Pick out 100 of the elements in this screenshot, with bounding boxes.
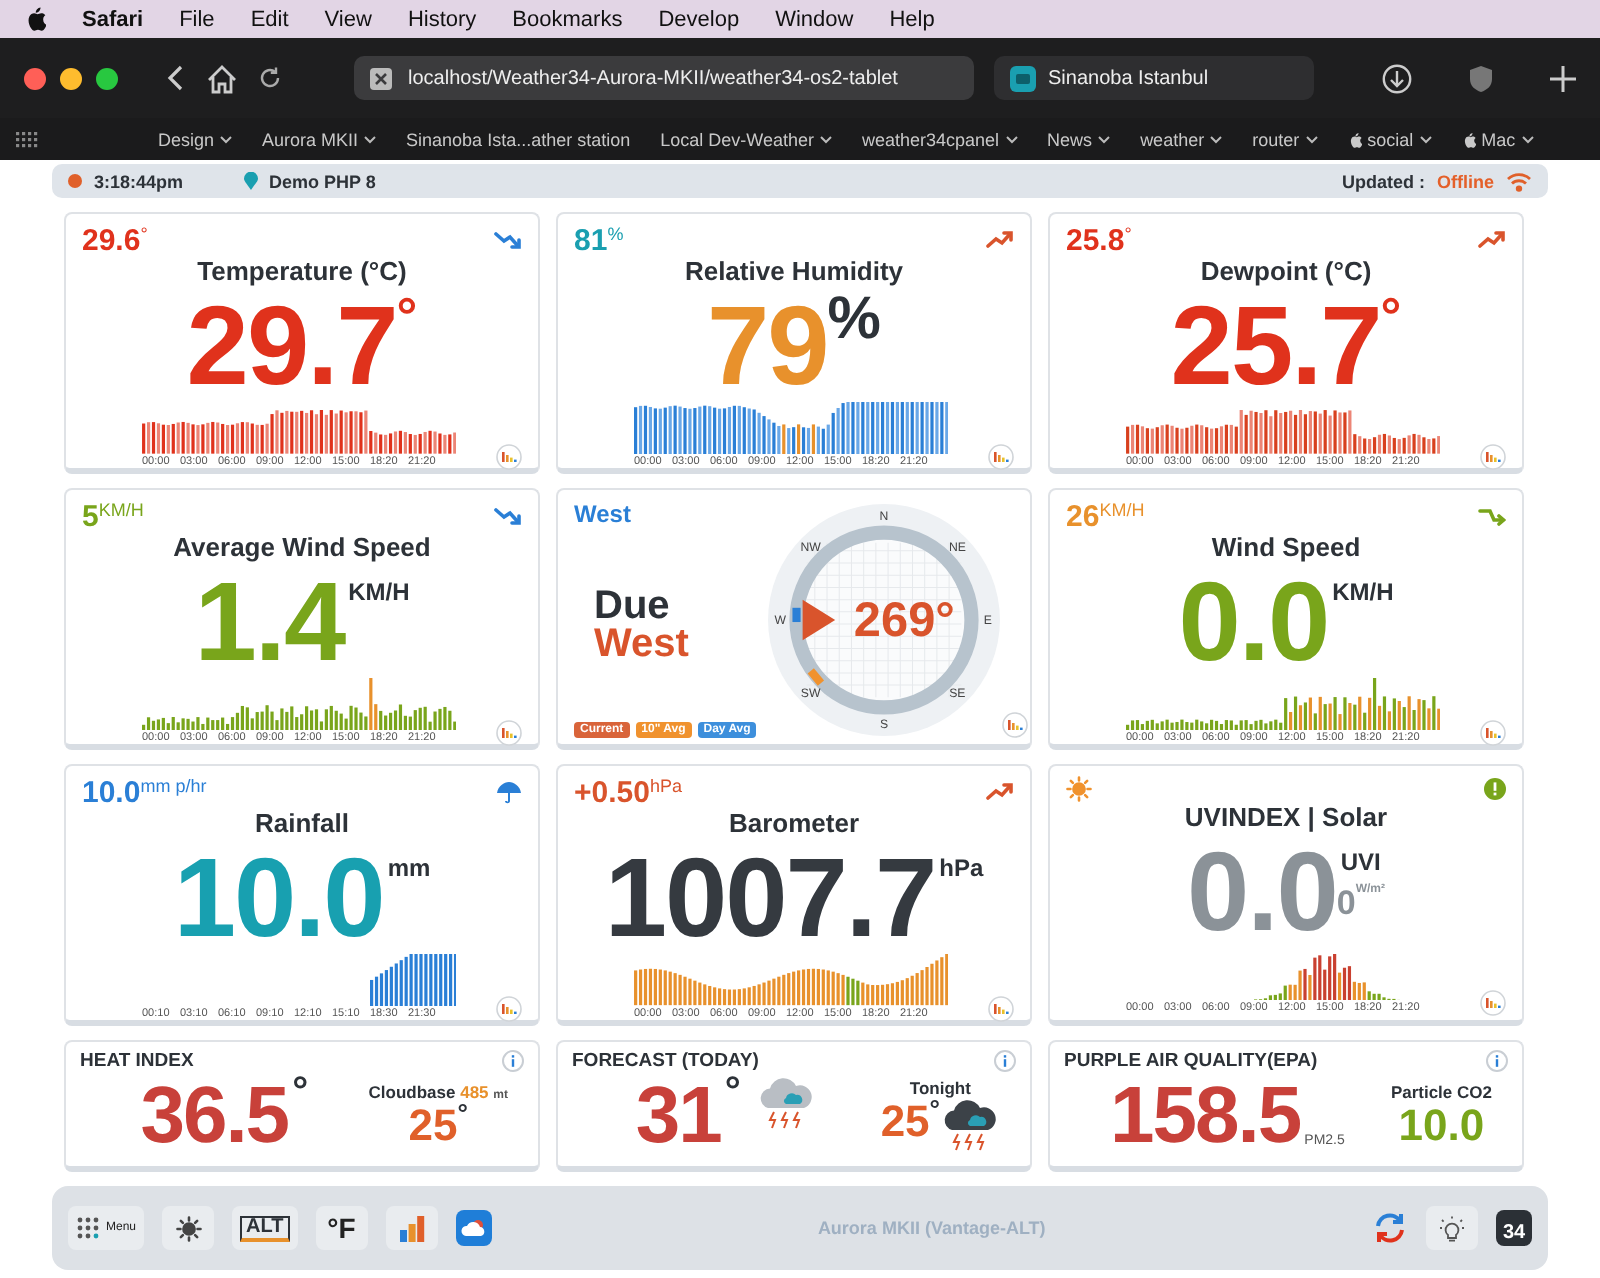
sun-icon [175,1215,202,1241]
card-title: PURPLE AIR QUALITY(EPA) [1064,1050,1318,1072]
chart-icon[interactable] [496,720,522,746]
umbrella-icon [496,779,522,805]
unit-label: ° [292,1075,309,1107]
chevron-down-icon [1210,135,1223,143]
main-reading: 10.0 [173,838,384,958]
bookmark-item[interactable]: social [1347,129,1432,149]
night-storm-icon [940,1097,1000,1153]
unit-label: ° [724,1075,741,1107]
grid-icon[interactable] [16,131,38,147]
minimize-button[interactable] [60,67,82,89]
chart-icon[interactable] [496,443,522,470]
direction-prefix: Due [594,587,672,625]
shield-icon[interactable] [1468,63,1494,93]
info-icon[interactable] [1486,1050,1508,1072]
chevron-down-icon [1521,135,1534,143]
alert-icon [1484,778,1506,800]
bookmark-item[interactable]: weather [1140,129,1223,149]
menu-item[interactable]: View [324,7,372,31]
unit-label: mm [387,854,431,882]
unit-label: ° [396,294,418,338]
chart-icon[interactable] [1002,712,1028,738]
clock-text: 3:18:44pm [94,171,184,191]
logo-button[interactable]: 34 [1496,1210,1532,1246]
sun-icon [1066,776,1092,802]
card-title: Average Wind Speed [171,532,433,562]
light-button[interactable] [1426,1206,1478,1250]
theme-button[interactable] [162,1206,215,1250]
rising-trend-icon [986,782,1014,802]
unit-label: hPa [939,854,984,882]
apple-icon [24,6,46,32]
bookmark-item[interactable]: Design [158,129,233,149]
browser-tab[interactable]: Sinanoba Istanbul [994,56,1314,100]
address-field[interactable]: localhost/Weather34-Aurora-MKII/weather34-os2-tablet [354,56,974,100]
bookmark-item[interactable]: weather34cpanel [861,129,1018,149]
location-text: Demo PHP 8 [269,171,376,191]
rising-trend-icon [986,230,1014,250]
menu-item[interactable]: Edit [250,7,289,31]
menu-item[interactable]: Develop [658,7,740,31]
menu-item[interactable]: File [179,7,215,31]
menu-item[interactable]: Bookmarks [512,7,623,31]
reload-icon[interactable] [258,66,282,90]
chart-icon[interactable] [988,995,1014,1022]
menu-item[interactable]: Help [889,7,935,31]
chevron-down-icon [364,135,377,143]
unit-label: % [827,290,881,350]
main-reading: 79 [707,286,828,406]
wifi-icon [1506,171,1532,191]
bookmark-item[interactable]: Sinanoba Ista...ather station [406,129,631,149]
chart-icon[interactable] [988,444,1014,470]
card-title: Rainfall [253,808,351,838]
main-reading: 1.4 [194,562,345,682]
close-button[interactable] [24,67,46,89]
units-button[interactable]: °F [315,1206,368,1250]
alt-button[interactable]: ALT [232,1206,298,1250]
download-icon[interactable] [1382,63,1412,93]
main-reading: 1007.7 [604,838,936,958]
weather-app-icon[interactable] [455,1210,492,1246]
info-icon[interactable] [502,1050,524,1072]
chart-icon[interactable] [496,996,522,1022]
home-icon[interactable] [206,63,238,93]
card-title: Relative Humidity [682,256,906,286]
status-dot-icon [68,174,82,188]
chevron-down-icon [819,135,832,143]
menu-item[interactable]: Safari [82,7,144,31]
chevron-down-icon [1098,135,1111,143]
main-reading: 29.7 [186,286,397,406]
bar-chart-icon [397,1214,426,1242]
plus-icon[interactable] [1550,65,1576,91]
unit-label: ° [1380,294,1402,338]
card-title: HEAT INDEX [80,1050,194,1072]
bookmark-item[interactable]: router [1252,129,1318,149]
chart-icon[interactable] [1480,989,1506,1016]
main-reading: 158.5 [1110,1075,1301,1155]
bookmark-item[interactable]: Mac [1461,129,1534,149]
chevron-down-icon [1005,135,1018,143]
location-pin-icon [243,172,258,190]
back-icon[interactable] [166,64,186,92]
refresh-icon[interactable] [1372,1210,1408,1246]
unit-label: UVI [1340,848,1383,876]
site-icon [1010,65,1036,91]
menu-item[interactable]: History [407,7,477,31]
chevron-down-icon [220,135,233,143]
chart-icon[interactable] [1480,443,1506,470]
unit-label: ° [457,1101,468,1125]
zoom-button[interactable] [96,67,118,89]
main-reading: 25.7 [1170,286,1381,406]
step-trend-icon [1478,506,1506,526]
direction-arrow [802,598,836,640]
bookmark-item[interactable]: Aurora MKII [262,129,377,149]
bookmark-item[interactable]: News [1047,129,1111,149]
bookmark-item[interactable]: Local Dev-Weather [660,129,832,149]
main-reading: 31 [635,1075,721,1155]
chart-icon[interactable] [1480,720,1506,746]
charts-button[interactable] [385,1206,438,1250]
current-reading: 29.6° [82,223,148,257]
info-icon[interactable] [994,1050,1016,1072]
menu-item[interactable]: Window [775,7,854,31]
updated-label: Updated : [1342,171,1425,191]
